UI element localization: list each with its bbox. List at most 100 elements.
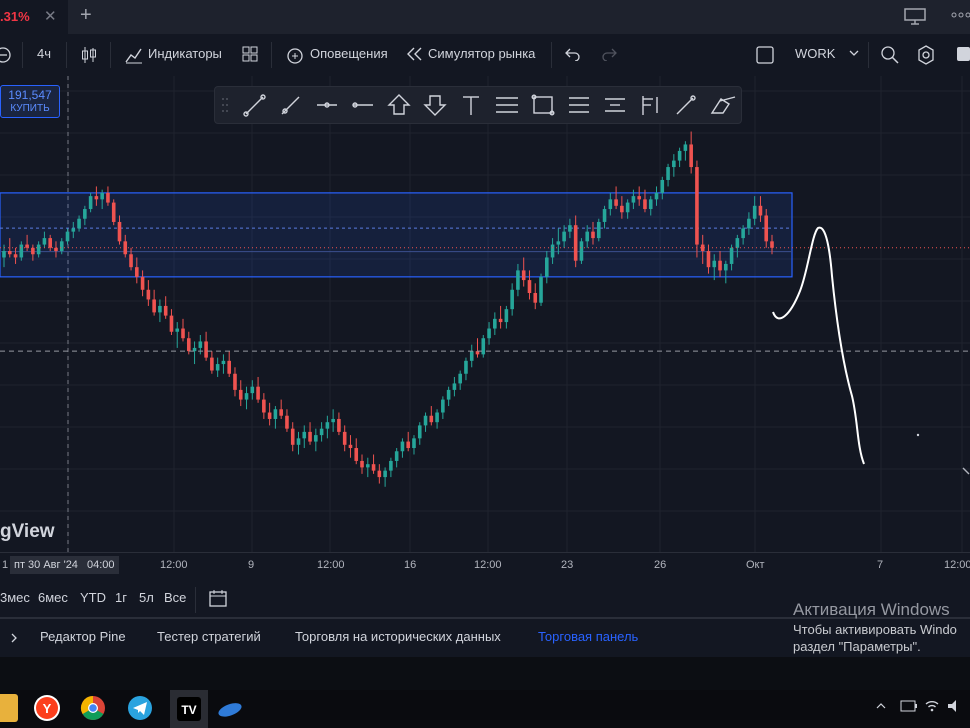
buy-order-badge[interactable]: 191,547 КУПИТЬ [0, 85, 60, 118]
camera-icon[interactable] [954, 43, 970, 65]
fib-retracement-icon [569, 97, 589, 113]
range-ytd-button[interactable]: YTD [80, 590, 106, 605]
file-explorer-icon[interactable] [0, 694, 18, 722]
tab-pine-editor[interactable]: Редактор Pine [40, 629, 126, 644]
candle-body [481, 338, 486, 355]
layout-name[interactable]: WORK [795, 46, 835, 61]
candle-body [100, 192, 104, 200]
redo-icon[interactable] [601, 47, 617, 61]
candle-body [204, 341, 208, 358]
range-1y-button[interactable]: 1г [115, 590, 127, 605]
candle-body [469, 351, 474, 361]
candle-body [550, 244, 555, 258]
chart-pane[interactable]: gView [0, 76, 970, 552]
volume-icon[interactable] [946, 698, 962, 714]
candle-body [504, 309, 509, 323]
candle-body [672, 160, 676, 168]
candle-body [389, 460, 393, 471]
indicators-icon[interactable] [124, 45, 144, 65]
candle-body [498, 318, 503, 323]
chrome-icon[interactable] [79, 694, 107, 722]
time-axis[interactable]: 1 пт 30 Авг '24 04:00 12:00 9 12:00 16 1… [0, 552, 970, 579]
battery-icon[interactable] [900, 700, 918, 712]
replay-button[interactable]: Симулятор рынка [428, 46, 535, 61]
candle-body [348, 444, 353, 449]
candle-body [140, 276, 145, 290]
replay-icon[interactable] [406, 47, 424, 61]
candles-icon[interactable] [80, 45, 98, 65]
chart-tab[interactable]: .31% ✕ [0, 0, 68, 34]
range-5y-button[interactable]: 5л [139, 590, 154, 605]
time-tick-label: 12:00 [317, 559, 345, 571]
candle-body [533, 293, 538, 303]
tray-chevron-icon[interactable] [876, 702, 886, 710]
horizontal-ray-icon [317, 102, 337, 108]
tab-strategy-tester[interactable]: Тестер стратегий [157, 629, 261, 644]
fullscreen-icon[interactable] [756, 46, 774, 64]
time-tick-label: 1 [2, 559, 9, 571]
eraser-icon [710, 96, 736, 114]
indicators-button[interactable]: Индикаторы [148, 46, 222, 61]
templates-icon[interactable] [242, 46, 258, 62]
crosshair-date: пт 30 Авг '24 [14, 559, 78, 571]
candle-body [65, 231, 70, 242]
candle-body [215, 364, 220, 371]
range-all-button[interactable]: Все [164, 590, 186, 605]
interval-button[interactable]: 4ч [37, 46, 51, 61]
candle-body [441, 399, 445, 413]
time-tick-label: 23 [561, 559, 574, 571]
candle-body [163, 305, 168, 316]
new-tab-button[interactable]: + [80, 4, 92, 27]
tab-replay-trading[interactable]: Торговля на исторических данных [295, 629, 501, 644]
compare-icon[interactable] [0, 46, 12, 64]
settings-gear-icon[interactable] [916, 45, 936, 65]
chevron-down-icon[interactable] [849, 49, 859, 57]
candle-body [741, 228, 745, 239]
crosshair-time: 04:00 [87, 559, 115, 571]
app-icon[interactable] [216, 694, 244, 722]
panel-divider [0, 657, 970, 690]
alarm-clock-icon[interactable] [285, 45, 305, 65]
time-tick-label: 16 [404, 559, 417, 571]
candle-body [342, 431, 347, 445]
close-tab-icon[interactable]: ✕ [44, 7, 57, 25]
tab-trading-panel[interactable]: Торговая панель [538, 629, 638, 644]
calendar-icon[interactable] [208, 588, 228, 608]
candle-body [689, 144, 693, 168]
brush-icon [676, 95, 696, 115]
fib-extension-icon [605, 98, 625, 112]
candle-body [452, 383, 457, 390]
windows-activation-watermark: Активация Windows Чтобы активировать Win… [793, 600, 970, 654]
candle-body [539, 276, 543, 303]
yandex-browser-icon[interactable]: Y [33, 694, 61, 722]
range-3m-button[interactable]: 3мес [0, 590, 30, 605]
more-icon[interactable] [950, 8, 970, 22]
candle-body [59, 241, 64, 252]
candle-body [221, 360, 226, 365]
candle-body [700, 244, 705, 252]
buy-price: 191,547 [8, 88, 52, 102]
candlestick-chart[interactable] [0, 76, 970, 552]
candle-body [36, 244, 41, 255]
candle-body [83, 209, 87, 219]
candle-body [666, 167, 670, 180]
candle-body [556, 241, 561, 245]
telegram-icon[interactable] [126, 694, 154, 722]
candle-body [724, 263, 728, 271]
candle-body [579, 241, 584, 261]
monitor-icon[interactable] [904, 6, 928, 26]
alerts-button[interactable]: Оповещения [310, 46, 388, 61]
time-tick-label: 12:00 [160, 559, 188, 571]
range-6m-button[interactable]: 6мес [38, 590, 68, 605]
wifi-icon[interactable] [924, 698, 940, 714]
candle-body [394, 451, 399, 461]
arrow-up-icon [387, 94, 411, 115]
chevron-right-icon[interactable] [10, 633, 18, 643]
candle-body [54, 247, 58, 252]
candle-body [446, 389, 451, 400]
quick-search-icon[interactable] [880, 45, 900, 65]
svg-text:TV: TV [181, 703, 196, 717]
taskbar-active-app[interactable]: TV [170, 690, 208, 728]
time-tick-label: 12:00 [944, 559, 970, 571]
undo-icon[interactable] [565, 47, 581, 61]
